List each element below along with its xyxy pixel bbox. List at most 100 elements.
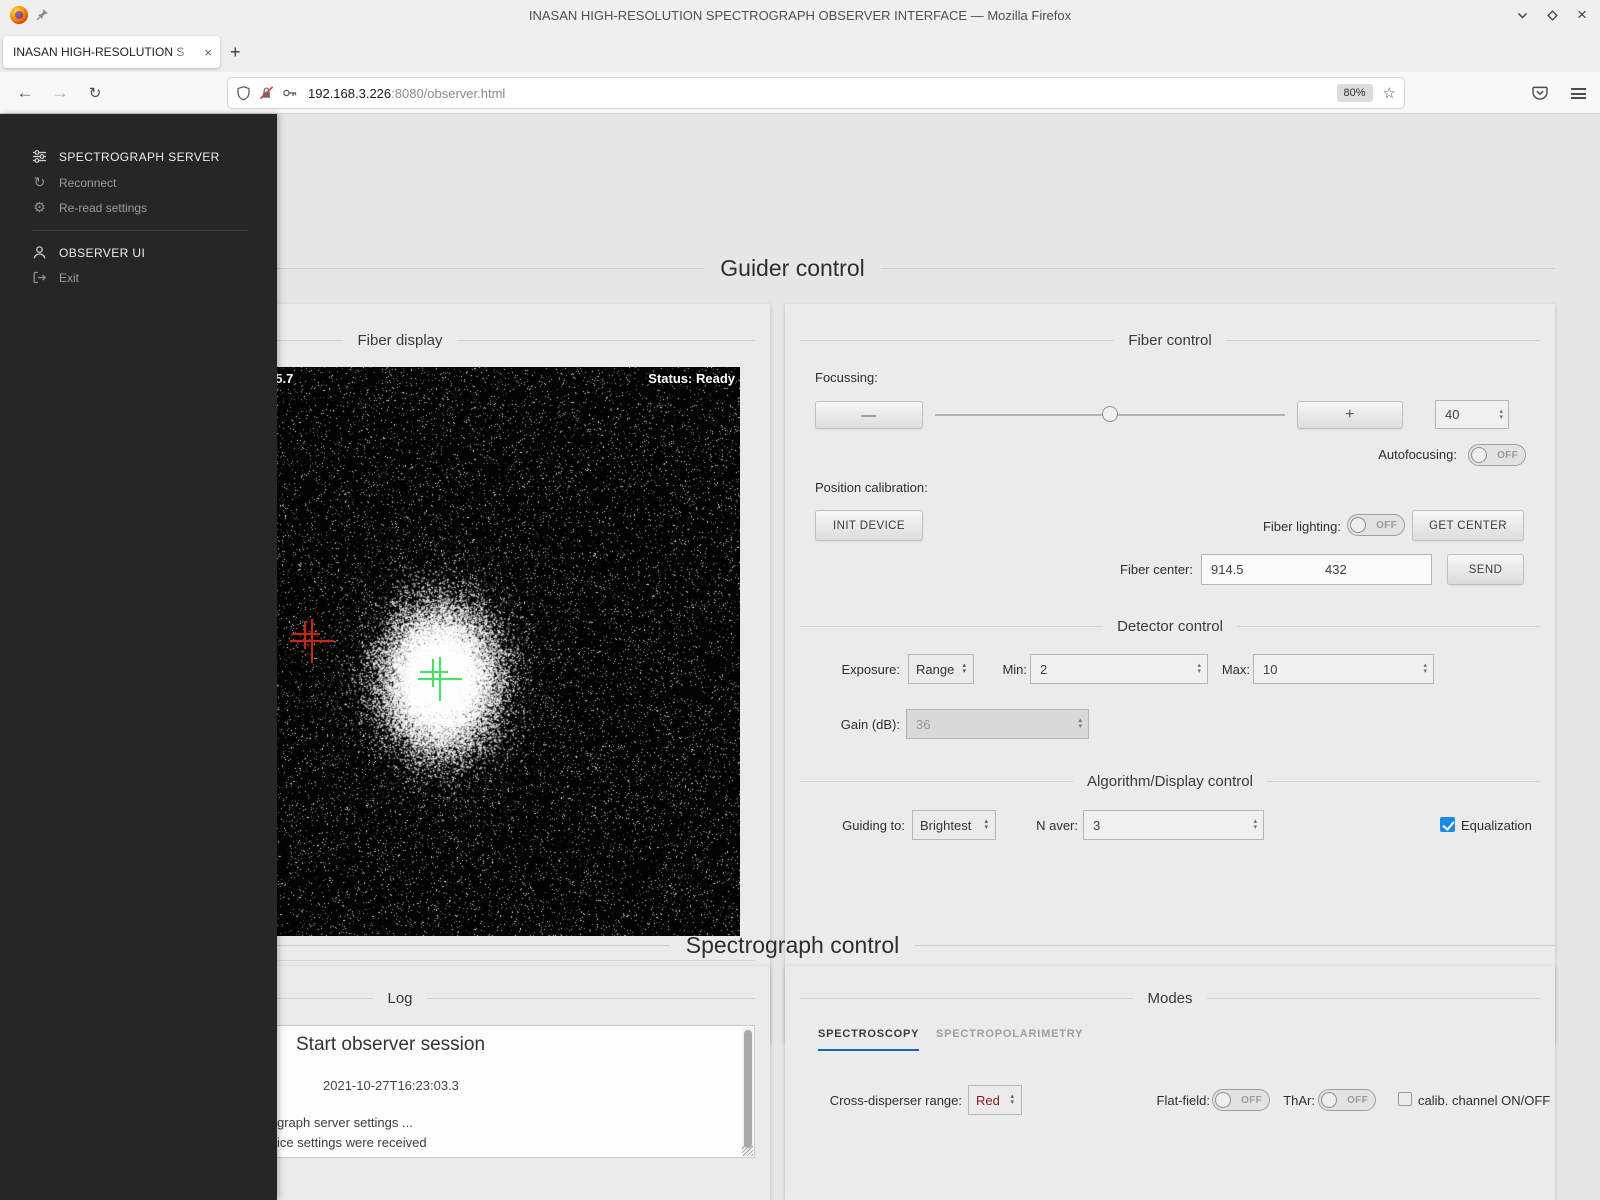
calib-channel-label: calib. channel ON/OFF bbox=[1418, 1093, 1550, 1108]
max-label: Max: bbox=[1222, 662, 1250, 677]
focus-spinner[interactable]: ▴▾ bbox=[1495, 401, 1508, 428]
browser-tab[interactable]: INASAN HIGH-RESOLUTION S × bbox=[3, 36, 220, 68]
exposure-max-spinner[interactable]: ▴▾ bbox=[1418, 655, 1433, 683]
focus-minus-button[interactable]: — bbox=[815, 401, 923, 429]
n-aver-spinner[interactable]: ▴▾ bbox=[1248, 811, 1263, 839]
autofocusing-toggle[interactable]: OFF bbox=[1468, 444, 1526, 466]
url-path: :8080/observer.html bbox=[391, 86, 505, 101]
navigation-toolbar: ← → ↻ 192.168.3.226:8080/observer.html 8… bbox=[0, 72, 1600, 114]
focus-minus-label: — bbox=[861, 407, 876, 424]
exposure-min-input[interactable] bbox=[1031, 655, 1192, 683]
fiber-lighting-state: OFF bbox=[1366, 520, 1397, 531]
exposure-mode-value: Range bbox=[916, 662, 954, 677]
sidebar-divider bbox=[32, 230, 248, 231]
pin-icon bbox=[36, 8, 49, 21]
tab-close-icon[interactable]: × bbox=[198, 45, 212, 60]
new-tab-icon[interactable]: + bbox=[230, 44, 241, 60]
get-center-label: GET CENTER bbox=[1429, 520, 1507, 532]
equalization-label: Equalization bbox=[1461, 818, 1532, 833]
guider-control-title: Guider control bbox=[720, 255, 864, 282]
focus-slider-knob[interactable] bbox=[1102, 406, 1118, 422]
flat-field-toggle-knob bbox=[1215, 1092, 1231, 1108]
fiber-center-y-input[interactable] bbox=[1316, 555, 1431, 584]
reload-icon[interactable]: ↻ bbox=[80, 72, 110, 114]
reconnect-refresh-icon: ↻ bbox=[32, 175, 47, 190]
bookmark-star-icon[interactable]: ☆ bbox=[1383, 84, 1396, 102]
focus-plus-label: + bbox=[1345, 406, 1355, 424]
tab-bar: INASAN HIGH-RESOLUTION S × + bbox=[0, 30, 1600, 72]
focus-slider[interactable] bbox=[935, 414, 1285, 416]
fiber-center-x-input[interactable] bbox=[1202, 555, 1316, 584]
focus-value-input[interactable] bbox=[1436, 401, 1495, 428]
calib-channel-checkbox[interactable] bbox=[1398, 1092, 1412, 1106]
send-button[interactable]: SEND bbox=[1447, 554, 1524, 585]
exposure-min-field[interactable]: ▴▾ bbox=[1030, 654, 1208, 684]
cross-disperser-select[interactable]: Red ▴▾ bbox=[968, 1085, 1022, 1115]
close-window-icon[interactable]: × bbox=[1574, 7, 1590, 23]
sidebar-header-spectrograph-server: SPECTROGRAPH SERVER bbox=[32, 149, 220, 164]
forward-icon[interactable]: → bbox=[45, 72, 75, 114]
detector-control-legend: Detector control bbox=[800, 618, 1540, 635]
sidebar-item-reconnect[interactable]: ↻ Reconnect bbox=[32, 175, 116, 190]
exposure-max-field[interactable]: ▴▾ bbox=[1253, 654, 1434, 684]
flat-field-toggle[interactable]: OFF bbox=[1212, 1089, 1270, 1111]
exposure-max-input[interactable] bbox=[1254, 655, 1418, 683]
menu-hamburger-icon[interactable] bbox=[1571, 88, 1586, 99]
focus-value-field[interactable]: ▴▾ bbox=[1435, 400, 1509, 429]
exposure-mode-select[interactable]: Range ▴▾ bbox=[908, 654, 974, 684]
get-center-button[interactable]: GET CENTER bbox=[1412, 510, 1524, 541]
n-aver-input[interactable] bbox=[1084, 811, 1248, 839]
fiber-lighting-toggle[interactable]: OFF bbox=[1347, 514, 1405, 536]
log-legend-text: Log bbox=[387, 990, 412, 1007]
maximize-icon[interactable] bbox=[1544, 7, 1560, 23]
flat-field-state: OFF bbox=[1231, 1095, 1262, 1106]
cross-disperser-value: Red bbox=[976, 1093, 1002, 1108]
init-device-button[interactable]: INIT DEVICE bbox=[815, 510, 923, 541]
thar-state: OFF bbox=[1337, 1095, 1368, 1106]
tab-spectropolarimetry[interactable]: SPECTROPOLARIMETRY bbox=[936, 1028, 1083, 1049]
fiber-camera-image[interactable]: 55.7 Status: Ready bbox=[200, 367, 740, 936]
select-arrows-icon: ▴▾ bbox=[1010, 1094, 1014, 1106]
back-icon[interactable]: ← bbox=[10, 72, 40, 114]
minimize-icon[interactable] bbox=[1514, 7, 1530, 23]
log-scrollbar-thumb[interactable] bbox=[744, 1030, 752, 1148]
log-scrollbar[interactable] bbox=[742, 1027, 753, 1156]
sidebar-item-label: Reconnect bbox=[59, 176, 116, 190]
url-bar[interactable]: 192.168.3.226:8080/observer.html 80% ☆ bbox=[228, 78, 1404, 108]
n-aver-field[interactable]: ▴▾ bbox=[1083, 810, 1264, 840]
cross-disperser-label: Cross-disperser range: bbox=[830, 1093, 962, 1108]
tab-spectroscopy[interactable]: SPECTROSCOPY bbox=[818, 1028, 919, 1051]
insecure-lock-icon[interactable] bbox=[259, 85, 274, 101]
fiber-lighting-label: Fiber lighting: bbox=[1263, 519, 1341, 534]
guiding-to-select[interactable]: Brightest ▴▾ bbox=[912, 810, 996, 840]
autofocusing-label: Autofocusing: bbox=[1378, 447, 1457, 462]
focus-plus-button[interactable]: + bbox=[1297, 401, 1403, 429]
sidebar-item-reread-settings[interactable]: ⚙ Re-read settings bbox=[32, 200, 147, 215]
sidebar-header-observer-ui: OBSERVER UI bbox=[32, 245, 145, 260]
tune-sliders-icon bbox=[32, 149, 47, 164]
modes-legend-text: Modes bbox=[1147, 990, 1192, 1007]
window-title: INASAN HIGH-RESOLUTION SPECTROGRAPH OBSE… bbox=[0, 8, 1600, 23]
log-entry-title: Start observer session bbox=[296, 1034, 485, 1056]
fiber-center-y-field[interactable] bbox=[1316, 554, 1432, 585]
log-resize-handle-icon[interactable] bbox=[742, 1145, 753, 1156]
zoom-level-badge[interactable]: 80% bbox=[1337, 84, 1373, 102]
init-device-label: INIT DEVICE bbox=[833, 520, 905, 532]
status-badge: Status: Ready bbox=[648, 371, 735, 386]
thar-toggle[interactable]: OFF bbox=[1318, 1089, 1376, 1111]
shield-icon[interactable] bbox=[236, 85, 251, 101]
focussing-label: Focussing: bbox=[815, 370, 878, 385]
gear-icon: ⚙ bbox=[32, 200, 47, 215]
exposure-min-spinner[interactable]: ▴▾ bbox=[1192, 655, 1207, 683]
pocket-icon[interactable] bbox=[1531, 84, 1549, 102]
algorithm-control-legend: Algorithm/Display control bbox=[800, 773, 1540, 790]
sidebar-item-exit[interactable]: Exit bbox=[32, 270, 79, 285]
gain-field[interactable]: ▴▾ bbox=[906, 709, 1089, 739]
equalization-checkbox[interactable] bbox=[1440, 817, 1455, 832]
sidebar-ui-header-label: OBSERVER UI bbox=[59, 246, 145, 260]
thar-label: ThAr: bbox=[1283, 1093, 1315, 1108]
url-text[interactable]: 192.168.3.226:8080/observer.html bbox=[308, 86, 1337, 101]
star-crosshair-green-icon bbox=[418, 657, 462, 701]
fiber-center-x-field[interactable] bbox=[1201, 554, 1317, 585]
key-icon[interactable] bbox=[282, 85, 298, 101]
